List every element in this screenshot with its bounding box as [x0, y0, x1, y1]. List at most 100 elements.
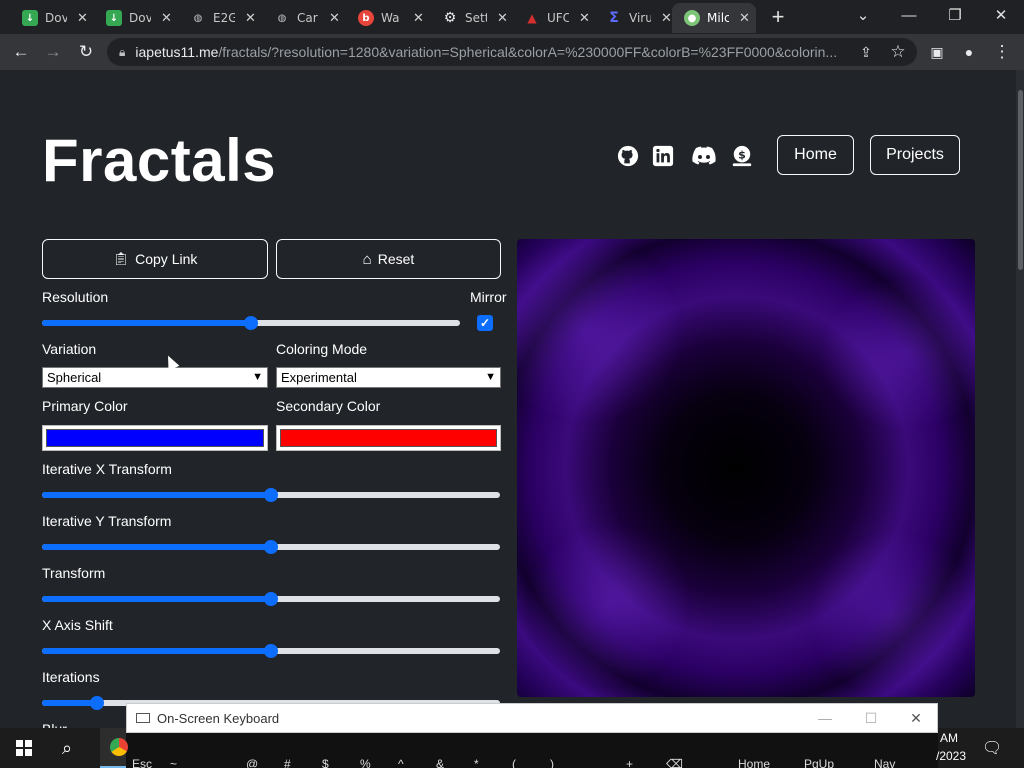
osk-key[interactable]: PgUp [804, 757, 834, 768]
osk-key[interactable]: Esc [132, 757, 152, 768]
clipboard-icon: 📋︎ [112, 251, 130, 266]
close-tab-icon[interactable]: ✕ [661, 11, 672, 26]
chevron-down-icon: ▼ [252, 371, 263, 383]
forward-icon[interactable]: → [42, 41, 64, 63]
donate-icon[interactable]: $ [730, 144, 754, 168]
svg-text:$: $ [738, 148, 746, 161]
address-bar[interactable]: 🔒︎ iapetus11.me/fractals/?resolution=128… [107, 38, 917, 66]
home-nav-button[interactable]: Home [777, 135, 854, 175]
notification-icon[interactable]: 🗨︎ [982, 738, 1002, 758]
house-icon: ⌂ [362, 250, 372, 268]
close-tab-icon[interactable]: ✕ [579, 11, 590, 26]
browser-tab[interactable]: ↓ Dov ✕ [94, 3, 178, 33]
browser-tab[interactable]: ⚙ Sett ✕ [430, 3, 514, 33]
osk-key[interactable]: @ [246, 757, 258, 768]
close-tab-icon[interactable]: ✕ [161, 11, 172, 26]
osk-key[interactable]: % [360, 757, 371, 768]
secondary-color-input[interactable] [276, 425, 501, 451]
close-tab-icon[interactable]: ✕ [739, 11, 750, 26]
share-icon[interactable]: ⇪ [855, 41, 877, 63]
minimize-icon[interactable]: — [886, 3, 932, 29]
x-shift-slider[interactable] [42, 643, 500, 659]
restore-icon[interactable]: ❐ [932, 3, 978, 29]
ufc-icon: ▲ [527, 11, 537, 25]
osk-close-icon[interactable]: ✕ [893, 704, 939, 734]
chrome-taskbar-icon[interactable] [100, 728, 128, 768]
bookmark-star-icon[interactable]: ☆ [887, 41, 909, 63]
taskbar: ⌕ [0, 728, 128, 768]
copy-link-button[interactable]: 📋︎ Copy Link [42, 239, 268, 279]
osk-key[interactable]: * [474, 757, 479, 768]
osk-minimize-icon[interactable]: — [802, 704, 848, 734]
back-icon[interactable]: ← [10, 41, 32, 63]
projects-nav-button[interactable]: Projects [870, 135, 960, 175]
osk-key[interactable]: Nav [874, 757, 895, 768]
side-panel-icon[interactable]: ▣ [926, 41, 948, 63]
close-tab-icon[interactable]: ✕ [245, 11, 256, 26]
osk-key[interactable]: # [284, 757, 291, 768]
close-tab-icon[interactable]: ✕ [413, 11, 424, 26]
coloring-mode-select[interactable]: Experimental ▼ [276, 367, 501, 388]
primary-color-input[interactable] [42, 425, 268, 451]
primary-color-swatch [46, 429, 264, 447]
osk-key[interactable]: ⌫ [666, 757, 683, 768]
profile-icon[interactable]: ● [958, 41, 980, 63]
secondary-color-swatch [280, 429, 497, 447]
browser-tab[interactable]: ◍ Car ✕ [262, 3, 346, 33]
taskbar-tray: AM /2023 🗨︎ [936, 728, 1024, 768]
close-tab-icon[interactable]: ✕ [497, 11, 508, 26]
page-scrollbar[interactable] [1016, 70, 1024, 768]
tab-search-icon[interactable]: ⌄ [840, 3, 886, 29]
coloring-mode-label: Coloring Mode [276, 341, 368, 357]
close-window-icon[interactable]: ✕ [978, 3, 1024, 29]
resolution-label: Resolution [42, 289, 109, 305]
osk-key[interactable]: Home [738, 757, 770, 768]
browser-tab[interactable]: b Wa ✕ [346, 3, 430, 33]
github-icon[interactable] [616, 144, 640, 168]
gear-icon: ⚙ [443, 10, 457, 26]
osk-key[interactable]: ~ [170, 757, 177, 768]
osk-maximize-icon[interactable]: ☐ [848, 704, 894, 734]
mirror-checkbox[interactable]: ✓ [477, 315, 493, 331]
globe-icon: ◍ [193, 12, 203, 24]
transform-slider[interactable] [42, 591, 500, 607]
osk-key[interactable]: ) [550, 757, 554, 768]
sigma-icon: Σ [609, 10, 619, 26]
reload-icon[interactable]: ↻ [75, 41, 97, 63]
osk-key[interactable]: $ [322, 757, 329, 768]
fractal-canvas [517, 239, 975, 697]
new-tab-icon[interactable]: + [766, 4, 790, 30]
browser-tab[interactable]: Σ Viru ✕ [594, 3, 678, 33]
leaf-icon: ● [684, 10, 700, 26]
close-tab-icon[interactable]: ✕ [329, 11, 340, 26]
page-title: Fractals [42, 127, 277, 194]
close-tab-icon[interactable]: ✕ [77, 11, 88, 26]
variation-select[interactable]: Spherical ▼ [42, 367, 268, 388]
browser-tab[interactable]: ▲ UFC ✕ [512, 3, 596, 33]
browser-tab[interactable]: ◍ E2G ✕ [178, 3, 262, 33]
iter-y-slider[interactable] [42, 539, 500, 555]
resolution-slider[interactable] [42, 315, 460, 331]
scrollbar-thumb[interactable] [1018, 90, 1023, 270]
osk-key[interactable]: & [436, 757, 444, 768]
reset-button[interactable]: ⌂ Reset [276, 239, 501, 279]
primary-color-label: Primary Color [42, 398, 128, 414]
brand-icon: b [358, 10, 374, 26]
osk-title-bar: On-Screen Keyboard — ☐ ✕ [126, 703, 938, 733]
osk-key[interactable]: ( [512, 757, 516, 768]
search-icon[interactable]: ⌕ [62, 738, 72, 759]
menu-icon[interactable]: ⋮ [991, 41, 1013, 63]
osk-key[interactable]: + [626, 757, 633, 768]
browser-toolbar: ← → ↻ 🔒︎ iapetus11.me/fractals/?resoluti… [0, 34, 1024, 70]
iter-x-slider[interactable] [42, 487, 500, 503]
browser-tab-active[interactable]: ● Milc ✕ [672, 3, 756, 33]
chevron-down-icon: ▼ [485, 371, 496, 383]
browser-tab[interactable]: ↓ Dov ✕ [10, 3, 94, 33]
windows-start-icon[interactable] [16, 740, 32, 756]
iter-y-label: Iterative Y Transform [42, 513, 172, 529]
browser-tab-strip: ↓ Dov ✕ ↓ Dov ✕ ◍ E2G ✕ ◍ Car ✕ b Wa ✕ ⚙ Sett ✕ ▲ UFC… [0, 0, 1024, 34]
discord-icon[interactable] [690, 144, 718, 168]
linkedin-icon[interactable] [651, 144, 675, 168]
variation-label: Variation [42, 341, 97, 357]
osk-key[interactable]: ^ [398, 757, 404, 768]
